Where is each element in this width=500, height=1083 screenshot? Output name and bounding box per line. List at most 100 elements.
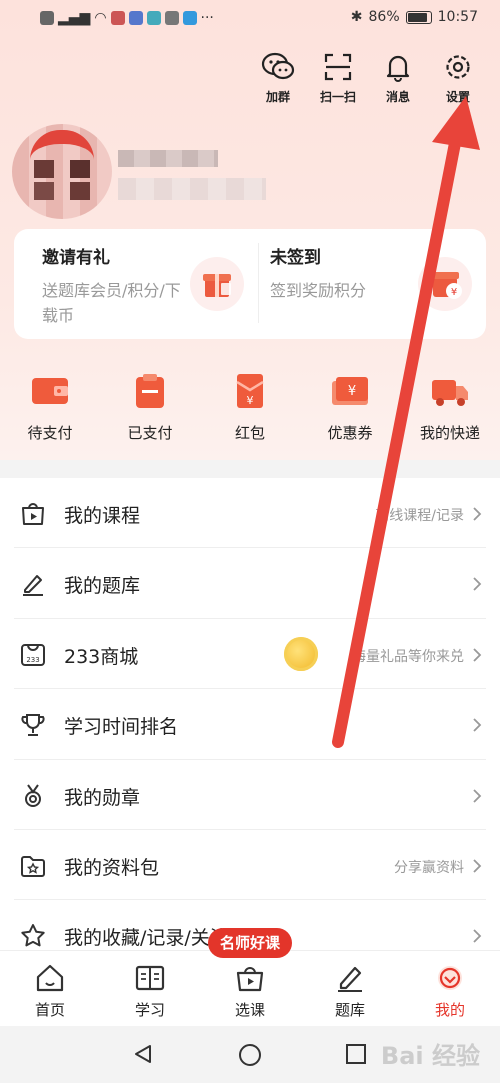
red-envelope-icon: ¥ [230,372,270,410]
wallet-icon [30,372,70,410]
top-actions: 加群 扫一扫 消息 设置 [248,52,488,105]
invite-reward-card[interactable]: 邀请有礼 送题库会员/积分/下载币 [42,243,182,328]
join-group-label: 加群 [265,90,290,104]
wifi-icon: ◠ [94,10,107,26]
coupon-icon: ¥ [330,372,370,410]
tab-courses[interactable]: 选课 [200,951,300,1026]
settings-label: 设置 [445,90,470,104]
clipboard-icon [130,372,170,410]
tab-label: 我的 [434,1001,465,1019]
menu-label: 我的勋章 [64,786,141,809]
signal-icon: ▂▄▆ [58,10,91,26]
menu-label: 我的课程 [64,505,141,527]
featured-courses-badge[interactable]: 名师好课 [208,928,293,958]
gear-icon [446,55,470,79]
red-envelope-button[interactable]: ¥ 红包 [200,370,300,443]
app-notification-icon [128,11,143,25]
tab-label: 题库 [334,1001,365,1019]
profile-icon [438,966,462,990]
battery-percent: 86% [368,9,400,25]
messages-button[interactable]: 消息 [368,52,428,105]
chevron-right-icon [473,577,482,592]
red-envelope-label: 红包 [234,424,265,442]
invite-subtitle: 送题库会员/积分/下载币 [42,281,181,325]
tab-mine[interactable]: 我的 [400,951,500,1026]
home-icon [36,964,64,992]
svg-text:¥: ¥ [348,384,356,399]
promo-divider [258,243,259,323]
scan-icon [324,53,352,81]
bluetooth-icon: ✱ [350,9,363,25]
tab-study[interactable]: 学习 [100,951,200,1026]
folder-star-icon [21,855,45,877]
my-express-button[interactable]: 我的快递 [400,370,500,443]
tab-label: 首页 [34,1001,65,1019]
home-nav-icon[interactable] [238,1043,262,1067]
menu-hint: 分享赢资料 [394,859,464,876]
tab-home[interactable]: 首页 [0,951,100,1026]
status-icons: ▂▄▆ ◠ ··· [40,10,214,26]
chevron-right-icon [473,648,482,662]
menu-item-my-materials[interactable]: 我的资料包 分享赢资料 [14,830,486,901]
chevron-right-icon [473,859,482,873]
app-notification-icon [182,11,197,25]
coupon-button[interactable]: ¥ 优惠券 [300,370,400,443]
recents-icon[interactable] [345,1043,367,1065]
menu-label: 我的收藏/记录/关注 [64,927,229,950]
medal-icon [25,783,41,807]
truck-icon [430,372,470,410]
pencil-icon [338,966,362,992]
menu-item-233-store[interactable]: 233 233商城 海量礼品等你来兑 [14,619,486,690]
settings-button[interactable]: 设置 [428,52,488,105]
avatar-hat [30,130,94,160]
pencil-icon [23,575,43,597]
watermark: Bai 经验 [380,1042,480,1070]
pending-payment-button[interactable]: 待支付 [0,370,100,443]
pending-payment-label: 待支付 [27,424,73,442]
app-notification-icon [146,11,161,25]
hd-icon [40,11,54,25]
chevron-right-icon [473,929,482,943]
menu-list: 我的课程 离线课程/记录 我的题库 233 233商城 海量礼品等你来兑 学习时… [0,478,500,971]
join-group-button[interactable]: 加群 [248,52,308,105]
more-notifications-icon: ··· [200,10,214,26]
menu-item-study-ranking[interactable]: 学习时间排名 [14,689,486,760]
order-shortcuts: 待支付 已支付 ¥ 红包 ¥ 优惠券 我的快递 [0,370,500,443]
tab-label: 选课 [234,1001,265,1019]
status-bar: ▂▄▆ ◠ ··· ✱ 86% 10:57 [0,0,500,38]
app-notification-icon [110,11,125,25]
course-play-icon [22,503,44,525]
user-info-blurred [118,178,266,200]
star-icon [21,924,45,947]
svg-text:¥: ¥ [451,287,457,298]
clock: 10:57 [437,9,478,25]
battery-icon [405,10,432,24]
username-blurred[interactable] [118,150,218,167]
my-express-label: 我的快递 [419,424,480,442]
chevron-right-icon [473,788,482,803]
checkin-gift-icon: ¥ [418,257,472,311]
chevron-right-icon [473,718,482,732]
menu-label: 我的资料包 [64,856,160,879]
tab-question-bank[interactable]: 题库 [300,951,400,1026]
tab-label: 学习 [134,1001,165,1019]
book-icon [135,965,165,991]
back-icon[interactable] [132,1043,154,1065]
menu-item-my-courses[interactable]: 我的课程 离线课程/记录 [14,478,486,549]
bell-icon [386,55,410,82]
gold-coin-icon [284,636,318,671]
messages-label: 消息 [385,90,410,104]
promo-card: 邀请有礼 送题库会员/积分/下载币 未签到 签到奖励积分 ¥ [14,229,486,339]
app-notification-icon [164,11,179,25]
menu-item-my-medals[interactable]: 我的勋章 [14,760,486,830]
menu-hint: 海量礼品等你来兑 [352,648,464,665]
svg-text:233: 233 [26,656,39,664]
trophy-icon [21,714,45,737]
paid-button[interactable]: 已支付 [100,370,200,443]
gift-icon [190,257,244,311]
menu-label: 233商城 [64,645,139,668]
menu-label: 我的题库 [64,575,141,598]
avatar[interactable] [12,124,112,219]
scan-button[interactable]: 扫一扫 [308,52,368,105]
menu-item-my-question-bank[interactable]: 我的题库 [14,548,486,619]
